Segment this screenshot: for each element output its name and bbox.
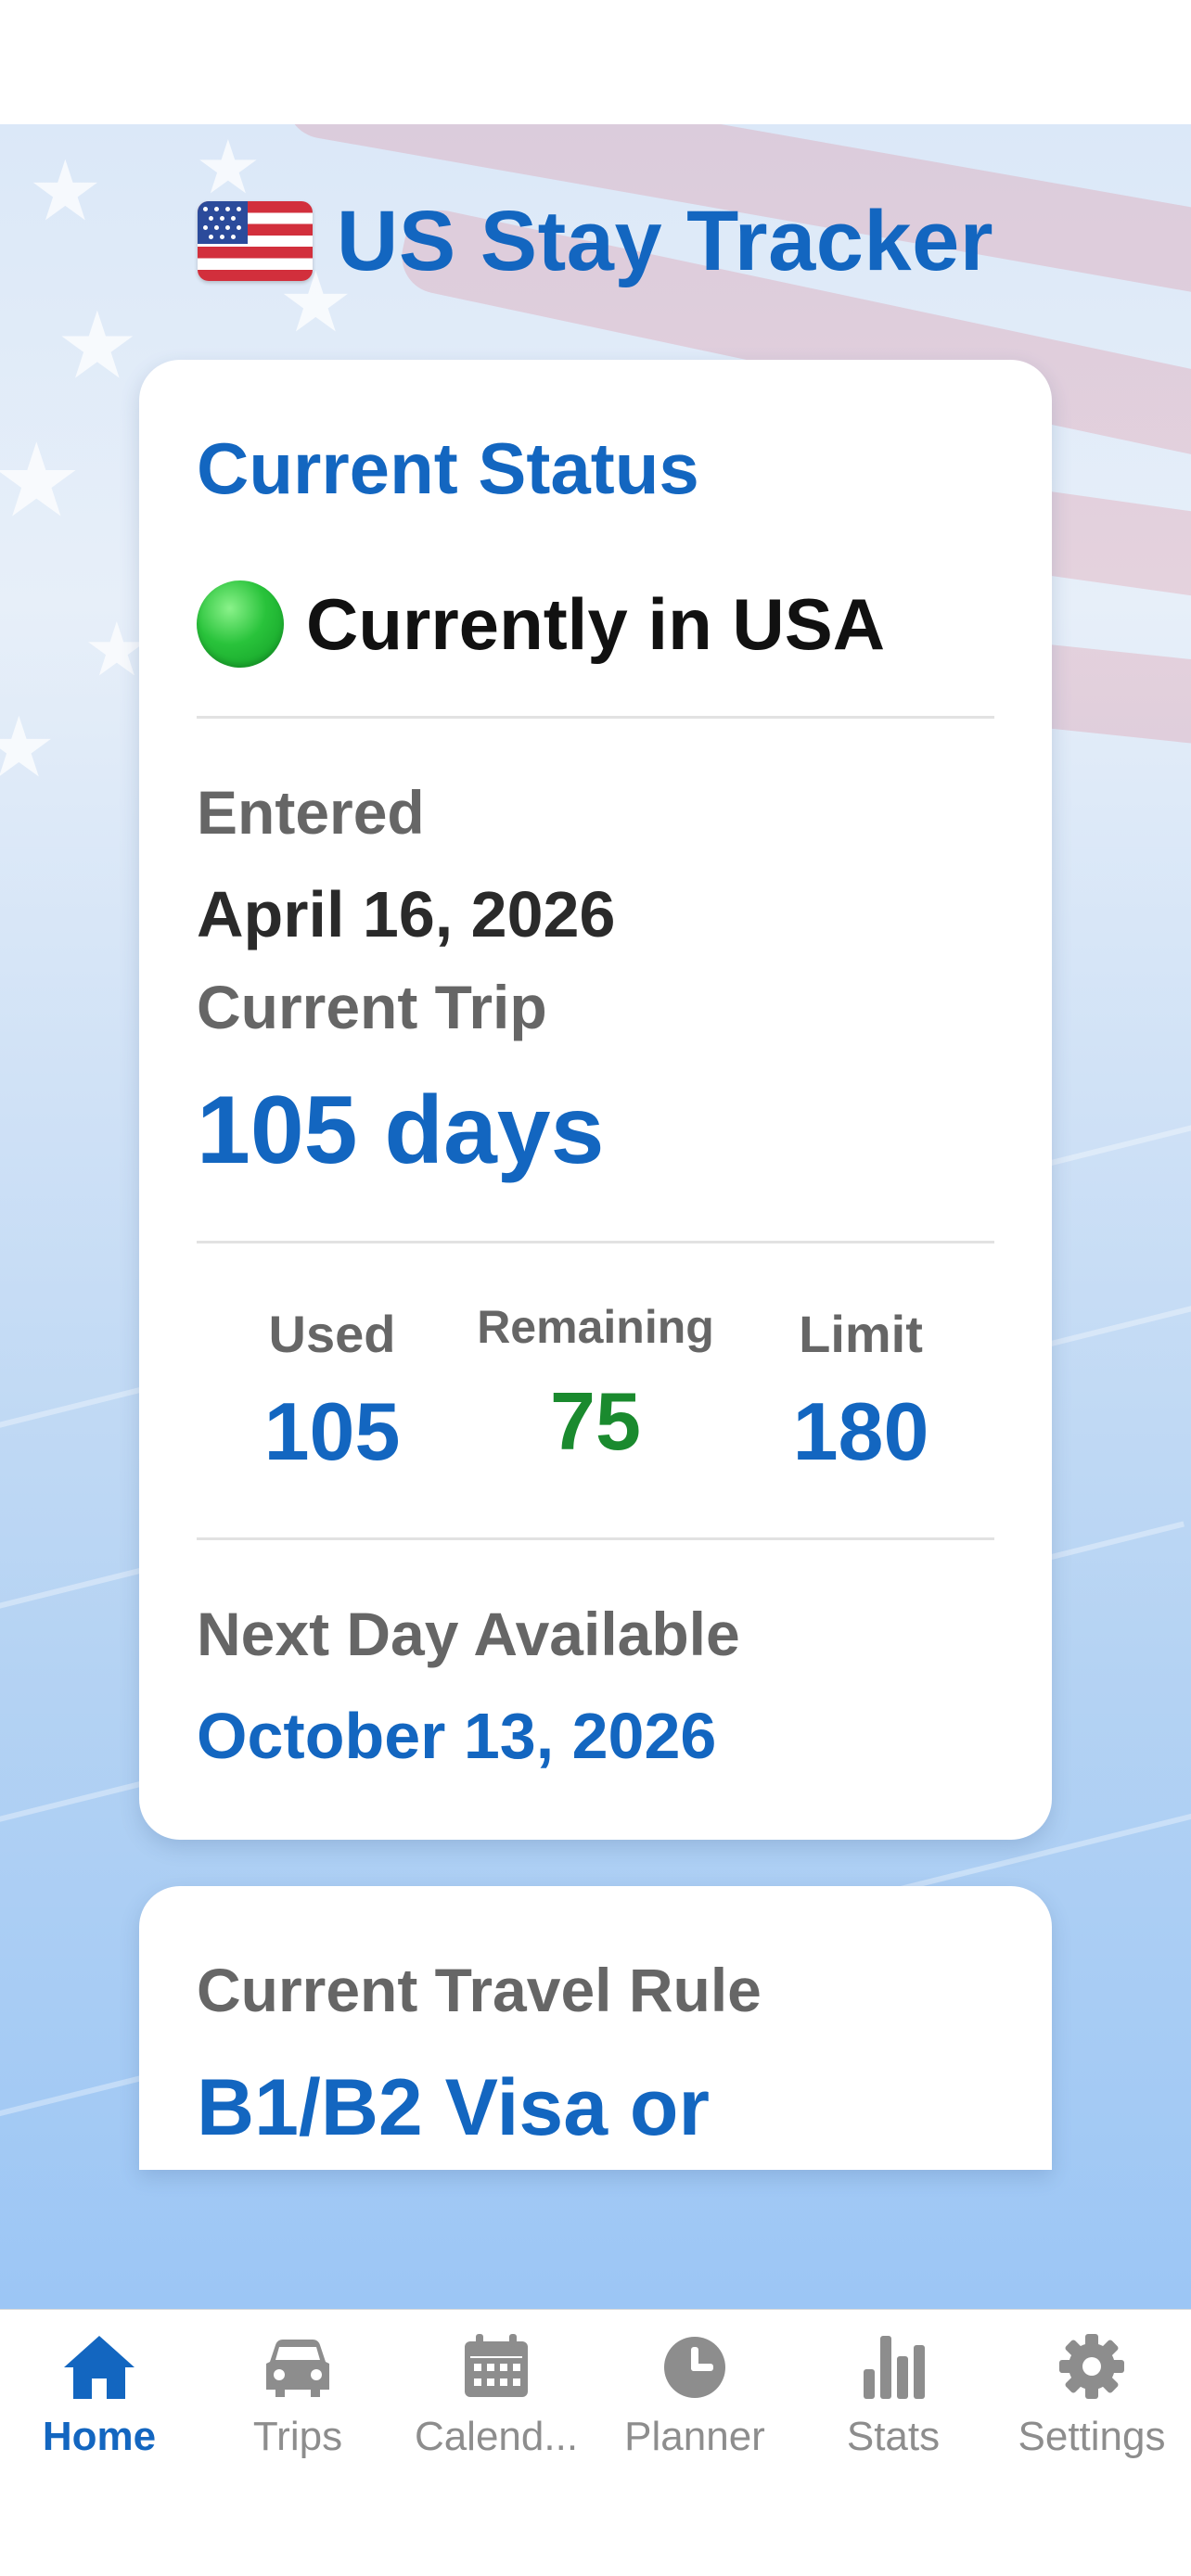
current-trip-value: 105 days xyxy=(197,1077,605,1184)
card-title: Current Status xyxy=(197,427,699,509)
app-title: US Stay Tracker xyxy=(336,193,994,288)
status-text: Currently in USA xyxy=(306,582,886,665)
tab-planner[interactable]: Planner xyxy=(596,2332,794,2480)
travel-rule-value: B1/B2 Visa or xyxy=(197,2063,710,2152)
used-label: Used xyxy=(268,1305,396,1363)
calendar-icon xyxy=(465,2334,528,2397)
remaining-value: 75 xyxy=(550,1375,641,1467)
entered-date: April 16, 2026 xyxy=(197,878,616,950)
bar-chart-icon xyxy=(864,2336,925,2399)
limit-label: Limit xyxy=(799,1305,923,1363)
current-trip-label: Current Trip xyxy=(197,973,547,1041)
tab-label: Trips xyxy=(252,2414,343,2459)
tab-label: Planner xyxy=(624,2414,765,2459)
tab-label: Home xyxy=(42,2414,157,2459)
tab-trips[interactable]: Trips xyxy=(198,2332,397,2480)
home-icon xyxy=(64,2336,134,2399)
remaining-label: Remaining xyxy=(477,1301,714,1353)
divider xyxy=(197,1241,994,1243)
divider xyxy=(197,1537,994,1540)
status-bar-area xyxy=(0,0,1191,124)
car-icon xyxy=(266,2340,329,2397)
clock-icon xyxy=(664,2337,725,2398)
green-circle-icon xyxy=(197,580,284,668)
gear-icon xyxy=(1059,2334,1124,2399)
tab-label: Stats xyxy=(846,2414,941,2459)
tab-stats[interactable]: Stats xyxy=(794,2332,992,2480)
next-day-label: Next Day Available xyxy=(197,1600,740,1668)
current-status-card: Current Status Currently in USA Entered … xyxy=(139,360,1052,1840)
tab-label: Settings xyxy=(1018,2414,1166,2459)
tab-calendar[interactable]: Calend... xyxy=(397,2332,596,2480)
app-header: US Stay Tracker xyxy=(0,185,1191,297)
remaining-stat: Remaining 75 xyxy=(466,1300,725,1469)
status-row: Currently in USA xyxy=(197,580,885,668)
tab-home[interactable]: Home xyxy=(0,2332,198,2480)
tab-label: Calend... xyxy=(414,2414,579,2459)
next-day-value: October 13, 2026 xyxy=(197,1700,717,1772)
used-stat: Used 105 xyxy=(202,1304,462,1479)
entered-label: Entered xyxy=(197,778,425,847)
tab-settings[interactable]: Settings xyxy=(992,2332,1191,2480)
divider xyxy=(197,716,994,719)
limit-value: 180 xyxy=(792,1385,929,1477)
travel-rule-card: Current Travel Rule B1/B2 Visa or xyxy=(139,1886,1052,2170)
used-value: 105 xyxy=(263,1385,401,1477)
travel-rule-label: Current Travel Rule xyxy=(197,1956,762,2024)
limit-stat: Limit 180 xyxy=(731,1304,991,1479)
us-flag-icon xyxy=(197,201,313,281)
bottom-tab-bar: Home Trips Calend... Planner Stats Setti… xyxy=(0,2309,1191,2576)
